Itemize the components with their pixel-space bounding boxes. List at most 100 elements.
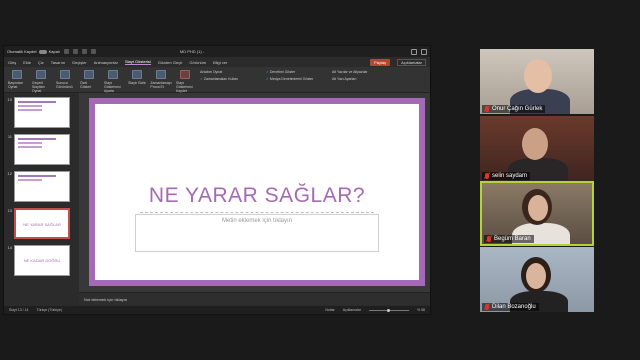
tab-animations[interactable]: Animasyonlar [94,60,118,65]
autosave-switch[interactable] [38,49,47,54]
slide-thumbnails-pane[interactable]: 10 11 12 13 NE YARAR SAĞLAR 14 NE KADAR … [4,93,79,305]
record-icon [180,70,190,79]
slide-thumbnail[interactable] [14,134,70,165]
content-placeholder-text: Metin eklemek için tıklayın [221,218,293,224]
participant-name: Begüm Baran [494,236,531,242]
participant-tile[interactable]: Dilan Bozanoğlu [480,247,594,312]
slide-counter: Slayt 13 / 14 [9,308,29,312]
participant-tile[interactable]: Onur Çağın Gürlek [480,49,594,114]
use-timings-option[interactable]: Zamanlamaları Kullan [200,77,260,81]
hide-slide-button[interactable]: Slaytı Gizle [128,70,146,85]
play-from-start-button[interactable]: Başından Oynat [8,70,26,89]
play-narrations-option[interactable]: Anlatım Oynat [200,70,260,74]
thumbnail-row[interactable]: 14 NE KADAR DOĞRU [6,245,77,276]
notes-toggle[interactable]: Notlar [325,308,334,312]
thumb-line [18,138,57,140]
zoom-slider[interactable] [369,308,410,312]
muted-mic-icon [485,173,489,179]
participant-face [524,59,552,93]
ribbon-tabs: Giriş Ekle Çiz Tasarım Geçişler Animasyo… [4,57,430,67]
thumbnail-row[interactable]: 12 [6,171,77,202]
language-indicator[interactable]: Türkçe (Türkiye) [36,308,61,312]
subtitle-settings-option[interactable]: Alt Yazı Ayarları [332,77,392,81]
participant-face [526,263,546,289]
show-controls-option[interactable]: Denetimi Göster [266,70,326,74]
editor-workarea: 10 11 12 13 NE YARAR SAĞLAR 14 NE KADAR … [4,93,430,305]
ribbon-label: Slaytı Gizle [128,81,146,85]
thumbnail-number: 13 [7,208,12,213]
thumb-line [18,175,57,177]
zoom-meeting-window: Otomatik Kaydet Kapalı MD PHD (1) - Giri… [0,0,640,360]
timer-icon [156,70,166,79]
thumbnail-number: 14 [7,245,12,250]
tab-transitions[interactable]: Geçişler [72,60,87,65]
participant-name: selin saydam [492,173,528,179]
content-placeholder-box[interactable]: Metin eklemek için tıklayın [135,214,379,252]
thumb-line [18,105,42,107]
slide-title[interactable]: NE YARAR SAĞLAR? [95,184,419,208]
participant-tile-active-speaker[interactable]: Begüm Baran [480,181,594,246]
home-icon[interactable] [63,49,69,54]
comments-button[interactable]: Açıklamalar [397,58,426,66]
tab-home[interactable]: Giriş [8,60,16,65]
participant-face [522,128,548,160]
slide-thumbnail[interactable] [14,171,70,202]
save-icon[interactable] [72,49,78,54]
presenter-view-button[interactable]: Sunucu Görünümü [56,70,74,89]
ribbon-label: Slayt Gösterisini Kaydet [176,81,193,93]
ribbon-label: Geçerli Slayttan Oynat [32,81,45,93]
tab-tell-me[interactable]: Bilgi ver [213,60,227,65]
current-slide[interactable]: NE YARAR SAĞLAR? Metin eklemek için tıkl… [89,98,425,286]
play-from-current-button[interactable]: Geçerli Slayttan Oynat [32,70,50,93]
play-icon [12,70,22,79]
participant-name-tag: Dilan Bozanoğlu [482,303,539,311]
share-button[interactable]: Paylaş [370,58,391,66]
tab-view[interactable]: Görünüm [189,60,206,65]
ribbon-label: Zamanlamayı Prova Et [150,81,172,89]
tab-design[interactable]: Tasarım [51,60,65,65]
hide-slide-icon [132,70,142,79]
thumbnail-number: 12 [7,171,12,176]
participant-face [528,195,548,221]
rehearse-timings-button[interactable]: Zamanlamayı Prova Et [150,70,172,89]
undo-icon[interactable] [81,49,87,54]
custom-show-button[interactable]: Özel Gösteri [80,70,98,89]
thumbnail-row[interactable]: 10 [6,97,77,128]
zoom-level: % 58 [417,308,425,312]
captions-option[interactable]: Alt Yazılar ve Altyazılar [332,70,392,74]
thumb-line [18,142,42,144]
thumbnail-row[interactable]: 13 NE YARAR SAĞLAR [6,208,77,239]
setup-slideshow-button[interactable]: Slayt Gösterisini Ayarla [104,70,122,93]
ribbon-options-col3: Alt Yazılar ve Altyazılar Alt Yazı Ayarl… [332,70,392,81]
muted-mic-icon [487,236,491,242]
participant-name: Onur Çağın Gürlek [492,106,543,112]
slide-thumbnail[interactable] [14,97,70,128]
tab-insert[interactable]: Ekle [23,60,31,65]
redo-icon[interactable] [90,49,96,54]
tab-review[interactable]: Gözden Geçir [158,60,183,65]
slide-thumbnail-selected[interactable]: NE YARAR SAĞLAR [14,208,70,239]
muted-mic-icon [485,304,489,310]
title-divider [140,212,374,213]
comments-toggle[interactable]: Açıklamalar [343,308,361,312]
share-screen-icon[interactable] [421,48,427,55]
show-media-controls-option[interactable]: Medya Denetimlerini Göster [266,77,326,81]
slide-thumbnail[interactable]: NE KADAR DOĞRU [14,245,70,276]
record-slideshow-button[interactable]: Slayt Gösterisini Kaydet [176,70,194,93]
ppt-statusbar: Slayt 13 / 14 Türkçe (Türkiye) Notlar Aç… [4,306,430,314]
tab-slideshow[interactable]: Slayt Gösterisi [124,59,151,65]
slide-editor: NE YARAR SAĞLAR? Metin eklemek için tıkl… [79,93,430,305]
presenter-icon [60,70,70,79]
notes-pane[interactable]: Not eklemek için tıklayın [79,292,430,305]
thumb-line [18,146,42,148]
thumbnail-row[interactable]: 11 [6,134,77,165]
participant-tile[interactable]: selin saydam [480,116,594,181]
ribbon-label: Özel Gösteri [80,81,92,89]
document-name: MD PHD (1) - [179,49,205,54]
autosave-toggle[interactable]: Otomatik Kaydet Kapalı [7,49,60,54]
notes-placeholder: Not eklemek için tıklayın [84,297,128,302]
tab-draw[interactable]: Çiz [38,60,44,65]
ribbon-label: Sunucu Görünümü [56,81,73,89]
search-icon[interactable] [411,48,417,55]
thumbnail-number: 11 [7,134,12,139]
